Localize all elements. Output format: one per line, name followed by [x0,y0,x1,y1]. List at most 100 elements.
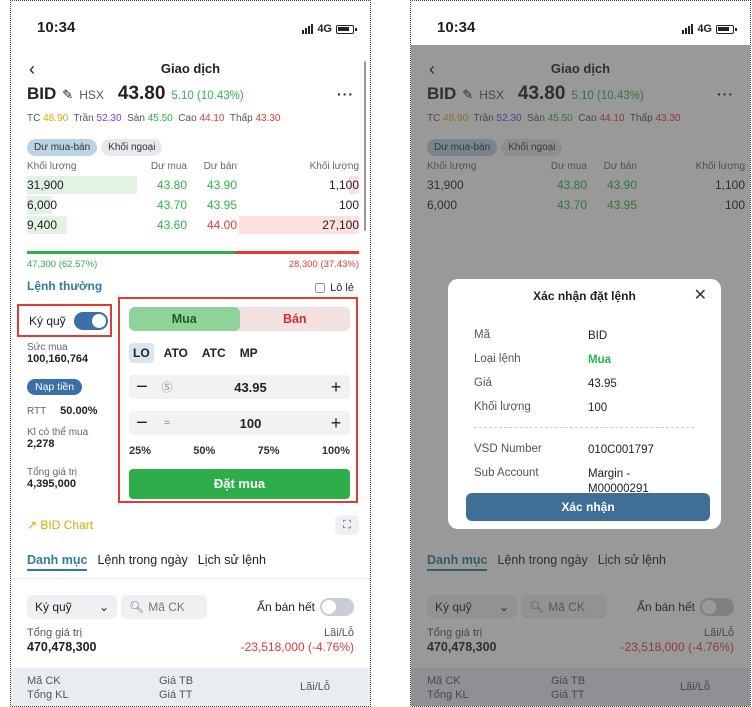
margin-toggle-box: Ký quỹ [17,304,112,337]
buy-sell-ratio-bar [27,251,359,254]
margin-label: Ký quỹ [29,313,66,328]
checkbox-icon[interactable] [315,283,326,293]
layers-icon: ≈ [163,417,171,429]
price-input[interactable]: 43.95 [179,380,322,395]
symbol-code[interactable]: BID [27,84,56,104]
book-row: 31,900 43.80 43.90 1,100 [27,176,359,194]
buy-tab[interactable]: Mua [129,307,240,331]
price-change: 5.10 (10.43%) [171,90,244,102]
quantity-increase-button[interactable]: + [322,413,350,434]
confirm-order-dialog: Xác nhận đặt lệnh ✕ Mã BID Loại lệnh Mua… [448,279,721,529]
tab-danh-muc[interactable]: Danh mục [27,553,88,571]
price-stepper: − Ⓢ 43.95 + [129,375,350,399]
ratio-labels: 47,300 (62.57%) 28,300 (37.43%) [27,259,359,270]
field-value: Mua [588,354,611,366]
margin-toggle[interactable] [73,311,108,330]
tab-du-mua-ban[interactable]: Dư mua-bán [27,139,98,156]
network-label: 4G [697,23,712,35]
price-decrease-button[interactable]: − [129,377,155,397]
place-buy-button[interactable]: Đặt mua [129,469,350,499]
search-icon: 🔍︎ [129,600,145,614]
last-price: 43.80 [117,83,166,104]
field-label: Khối lượng [474,401,531,413]
search-input[interactable]: 🔍︎ Mã CK [121,595,207,619]
hide-sold-toggle-row: Ẩn bán hết [257,598,354,616]
account-filter-dropdown[interactable]: Ký quỹ ⌄ [27,595,117,619]
dollar-icon: Ⓢ [161,382,173,394]
sell-tab[interactable]: Bán [240,307,351,331]
field-value: 010C001797 [588,444,654,456]
field-value: 43.95 [588,378,617,390]
battery-icon [336,24,357,34]
portfolio-tabs: Danh mục Lệnh trong ngày Lịch sử lệnh [27,553,266,571]
field-label: Giá [474,377,492,389]
scrollbar[interactable] [364,61,366,231]
status-time: 10:34 [37,19,76,36]
quantity-decrease-button[interactable]: − [129,413,155,433]
buying-power: Sức mua 100,160,764 [27,342,89,365]
order-screen: 10:34 4G ‹ Giao dịch BID ✎ HSX 43.80 5.1… [10,0,371,707]
quantity-input[interactable]: 100 [179,416,322,431]
trend-icon: ↗ [27,518,38,532]
confirm-button[interactable]: Xác nhận [466,493,710,521]
tab-lich-su-lenh[interactable]: Lịch sử lệnh [198,553,266,571]
field-value: 100 [588,402,608,414]
type-mp[interactable]: MP [236,343,262,363]
close-icon[interactable]: ✕ [694,285,707,305]
book-tabs: Dư mua-bán Khối ngoại [27,139,163,156]
portfolio-total: Tổng giá trị470,478,300 [27,627,97,654]
confirm-screen: 10:34 4G ‹ Giao dịch BID ✎ HSX 43.80 5.1… [410,0,751,707]
total-value-info: Tổng giá trị 4,395,000 [27,467,78,490]
signal-icon [682,24,694,34]
exchange-label: HSX [79,88,104,102]
dialog-title: Xác nhận đặt lệnh [533,289,636,303]
chart-link[interactable]: ↗ BID Chart [27,518,93,532]
portfolio-table-header: Mã CKTổng KL Giá TBGiá TT Lãi/Lỗ [11,668,370,706]
pct-50[interactable]: 50% [193,445,215,457]
tab-khoi-ngoai[interactable]: Khối ngoại [101,139,163,156]
divider [11,578,370,579]
type-lo[interactable]: LO [129,343,154,363]
order-book-header: Khối lượng Dư mua Dư bán Khối lượng [27,161,359,172]
price-increase-button[interactable]: + [322,377,350,398]
page-title: Giao dịch [160,61,221,76]
field-label: Loại lệnh [474,353,521,365]
deposit-button[interactable]: Nạp tiền [27,379,83,395]
more-icon[interactable]: ··· [337,86,354,102]
field-label: Mã [474,329,490,341]
odd-lot-checkbox[interactable]: Lô lẻ [315,282,354,294]
order-type-options: LO ATO ATC MP [129,343,262,363]
order-type-label[interactable]: Lệnh thường [27,279,102,293]
pct-75[interactable]: 75% [258,445,280,457]
book-row: 9,400 43.60 44.00 27,100 [27,216,359,234]
percent-shortcuts: 25% 50% 75% 100% [129,445,350,457]
network-label: 4G [317,23,332,35]
hide-sold-toggle[interactable] [320,598,354,616]
quantity-stepper: − ≈ 100 + [129,411,350,435]
max-buy-info: Kl có thể mua 2,278 [27,427,89,450]
dialog-divider [474,427,694,428]
pct-100[interactable]: 100% [322,445,350,457]
status-indicators: 4G [682,23,737,35]
type-ato[interactable]: ATO [160,343,192,363]
field-label: Sub Account [474,467,539,479]
chevron-down-icon: ⌄ [98,600,109,614]
status-indicators: 4G [302,23,357,35]
battery-icon [716,24,737,34]
field-value: BID [588,330,608,342]
type-atc[interactable]: ATC [198,343,230,363]
signal-icon [302,24,314,34]
order-entry-panel: Mua Bán LO ATO ATC MP − Ⓢ 43.95 + − ≈ 10… [118,297,358,503]
pct-25[interactable]: 25% [129,445,151,457]
buy-sell-switch: Mua Bán [129,307,350,331]
nav-bar: ‹ Giao dịch [11,59,370,79]
status-time: 10:34 [437,19,476,36]
expand-icon[interactable]: ⛶ [335,515,359,535]
book-row: 6,000 43.70 43.95 100 [27,196,359,214]
edit-icon[interactable]: ✎ [62,87,73,103]
order-book: Khối lượngDư muaDư bánKhối lượng 31,9004… [27,161,359,235]
rtt-info: RTT 50.00% [27,405,98,417]
portfolio-pnl: Lãi/Lỗ-23,518,000 (-4.76%) [240,627,354,654]
symbol-header: BID ✎ HSX 43.80 5.10 (10.43%) [27,83,244,105]
tab-lenh-trong-ngay[interactable]: Lệnh trong ngày [97,553,187,571]
